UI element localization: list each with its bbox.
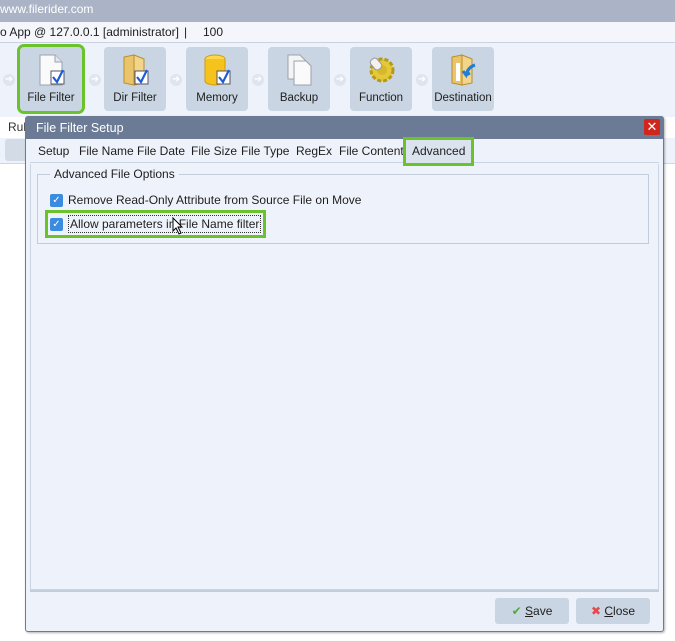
mouse-cursor-icon: [172, 217, 184, 235]
dialog-title: File Filter Setup: [26, 117, 663, 139]
group-title: Advanced File Options: [50, 167, 179, 181]
app-title: o App @ 127.0.0.1 [administrator]: [0, 25, 179, 39]
toolbar-label: Dir Filter: [113, 92, 157, 104]
tab-content-advanced: Advanced File Options ✓ Remove Read-Only…: [30, 164, 659, 590]
toolbar-memory[interactable]: Memory: [186, 47, 248, 111]
tab-bar: Setup File Name File Date File Size File…: [30, 137, 659, 166]
tab-setup[interactable]: Setup: [38, 140, 69, 163]
option-label: Allow parameters in File Name filter: [68, 215, 262, 233]
tab-regex[interactable]: RegEx: [296, 140, 332, 163]
database-check-icon: [204, 54, 231, 86]
tab-file-date[interactable]: File Date: [137, 140, 185, 163]
toolbar: ➜ File Filter ➜ Dir Filter ➜ Memory ➜ Ba…: [0, 43, 675, 117]
arrow-right-icon: ➜: [89, 74, 101, 86]
toolbar-label: Function: [358, 92, 404, 104]
dialog-footer: ✔ Save ✖ Close: [30, 590, 659, 626]
save-button[interactable]: ✔ Save: [495, 598, 569, 624]
toolbar-function[interactable]: Function: [350, 47, 412, 111]
tab-file-size[interactable]: File Size: [191, 140, 237, 163]
toolbar-destination[interactable]: Destination: [432, 47, 494, 111]
close-button[interactable]: ✖ Close: [576, 598, 650, 624]
tab-advanced[interactable]: Advanced: [402, 137, 475, 166]
toolbar-backup[interactable]: Backup: [268, 47, 330, 111]
rules-label: Rul: [8, 120, 27, 134]
checkmark-icon: ✔: [511, 604, 522, 618]
toolbar-file-filter[interactable]: File Filter: [17, 44, 85, 114]
toolbar-label: Memory: [196, 92, 238, 104]
browser-url-bar: www.filerider.com: [0, 0, 675, 22]
tab-file-name[interactable]: File Name: [79, 140, 134, 163]
advanced-file-options-group: Advanced File Options ✓ Remove Read-Only…: [37, 167, 649, 244]
toolbar-dir-filter[interactable]: Dir Filter: [104, 47, 166, 111]
remove-readonly-checkbox[interactable]: ✓ Remove Read-Only Attribute from Source…: [50, 191, 361, 209]
option-label: Remove Read-Only Attribute from Source F…: [68, 193, 362, 207]
arrow-right-icon: ➜: [170, 74, 182, 86]
checkbox-checked-icon[interactable]: ✓: [50, 193, 63, 207]
toolbar-label: File Filter: [27, 92, 75, 104]
tab-file-contents[interactable]: File Contents: [339, 140, 410, 163]
arrow-right-icon: ➜: [416, 74, 428, 86]
dialog-title-text: File Filter Setup: [36, 121, 124, 135]
file-check-icon: [39, 54, 65, 86]
app-title-bar: o App @ 127.0.0.1 [administrator] | 100: [0, 22, 675, 43]
title-value: 100: [203, 25, 224, 39]
title-separator: |: [184, 25, 188, 39]
allow-parameters-checkbox[interactable]: ✓ Allow parameters in File Name filter: [44, 210, 267, 238]
toolbar-label: Destination: [434, 92, 492, 104]
x-icon: ✖: [590, 604, 602, 618]
files-copy-icon: [287, 54, 312, 86]
toolbar-label: Backup: [279, 92, 319, 104]
tab-file-type[interactable]: File Type: [241, 140, 289, 163]
arrow-right-icon: ➜: [252, 74, 264, 86]
close-icon[interactable]: ✕: [644, 119, 660, 135]
arrow-right-icon: ➜: [3, 74, 15, 86]
gear-icon: [369, 57, 395, 83]
url-text: www.filerider.com: [0, 2, 94, 16]
folder-check-icon: [123, 54, 149, 86]
folder-arrow-icon: [451, 54, 476, 86]
file-filter-setup-dialog: File Filter Setup ✕ Setup File Name File…: [25, 116, 664, 632]
checkbox-checked-icon[interactable]: ✓: [50, 217, 63, 231]
arrow-right-icon: ➜: [334, 74, 346, 86]
